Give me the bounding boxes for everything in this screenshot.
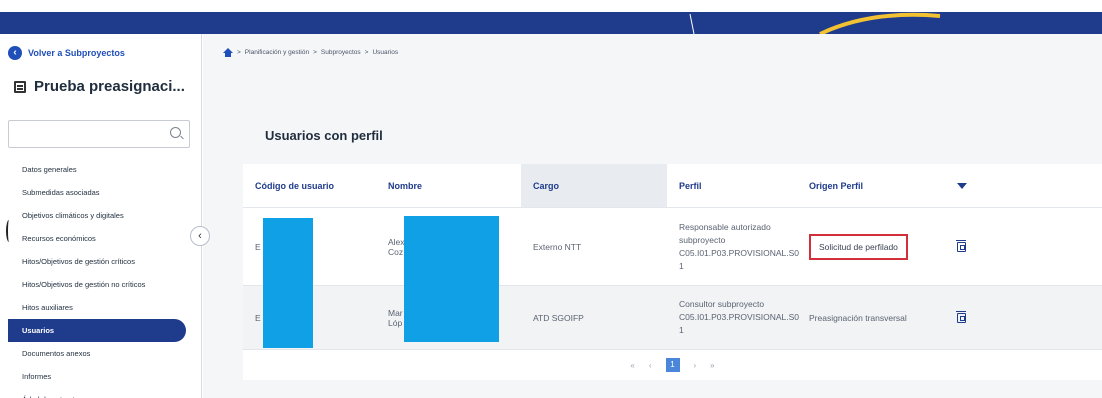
breadcrumb-sep: > <box>237 49 241 56</box>
search-icon[interactable] <box>170 127 181 138</box>
window-edge-mark <box>6 220 12 242</box>
first-page-button[interactable]: « <box>630 361 634 370</box>
perfil-line-1: Consultor subproyecto <box>679 299 765 309</box>
sidebar-item-objetivos-climaticos[interactable]: Objetivos climáticos y digitales <box>0 204 202 227</box>
project-icon <box>14 80 26 93</box>
table-row: E Mar Lóp ATD SGOIFP Consultor subproyec… <box>243 276 1102 350</box>
perfil-line-1: Responsable autorizado <box>679 221 771 232</box>
sidebar-item-arbol[interactable]: Árbol de estructura <box>0 388 202 398</box>
breadcrumb-sep: > <box>364 49 369 56</box>
redaction-block <box>404 216 499 286</box>
project-title-text: Prueba preasignaci... <box>34 78 185 95</box>
cell-cargo: ATD SGOIFP <box>533 312 584 323</box>
redaction-block <box>263 276 313 348</box>
cell-origen: Solicitud de perfilado <box>797 208 945 285</box>
back-to-subprojects-link[interactable]: ‹ Volver a Subproyectos <box>8 46 125 60</box>
collapse-sidebar-button[interactable]: ‹ <box>190 226 210 246</box>
sidebar-item-hitos-criticos[interactable]: Hitos/Objetivos de gestión críticos <box>0 250 202 273</box>
codigo-text: E <box>255 241 261 252</box>
cell-perfil: Responsable autorizado subproyecto C05.I… <box>667 208 800 285</box>
origen-highlight: Solicitud de perfilado <box>809 233 908 260</box>
sidebar-item-informes[interactable]: Informes <box>0 365 202 388</box>
nombre-line-1: Alex <box>388 236 405 247</box>
perfil-line-3: C05.I01.P03.PROVISIONAL.S0 <box>679 247 800 258</box>
delete-icon[interactable] <box>956 239 966 252</box>
sidebar-item-recursos[interactable]: Recursos económicos <box>0 227 202 250</box>
codigo-text: E <box>255 312 261 323</box>
breadcrumb-sep: > <box>313 49 317 56</box>
perfil-line-4: 1 <box>679 260 684 271</box>
header-filter <box>945 164 1102 207</box>
cell-cargo: Externo NTT <box>533 241 582 252</box>
breadcrumb-item-subproyectos[interactable]: Subproyectos <box>321 49 361 56</box>
sidebar-search-input[interactable] <box>8 120 190 148</box>
cell-origen: Preasignación transversal <box>809 312 907 323</box>
back-link-label: Volver a Subproyectos <box>28 48 125 58</box>
header-cargo[interactable]: Cargo <box>521 164 667 207</box>
pagination: « ‹ 1 › » <box>243 350 1102 380</box>
back-arrow-icon: ‹ <box>8 46 22 60</box>
table-header: Código de usuario Nombre Cargo Perfil Or… <box>243 164 1102 208</box>
cell-actions <box>945 208 1102 285</box>
last-page-button[interactable]: » <box>710 361 714 370</box>
sidebar-item-submedidas[interactable]: Submedidas asociadas <box>0 181 202 204</box>
prev-page-button[interactable]: ‹ <box>649 361 652 370</box>
next-page-button[interactable]: › <box>694 361 697 370</box>
nombre-line-2: Coz <box>388 246 404 257</box>
breadcrumb-item-planificacion[interactable]: Planificación y gestión <box>245 49 309 56</box>
perfil-line-3: 1 <box>679 325 684 335</box>
banner-decoration <box>0 12 1102 34</box>
sidebar-item-hitos-auxiliares[interactable]: Hitos auxiliares <box>0 296 202 319</box>
top-banner <box>0 0 1102 34</box>
delete-icon[interactable] <box>956 310 966 323</box>
perfil-line-2: subproyecto <box>679 234 726 245</box>
home-icon[interactable] <box>223 48 233 57</box>
cell-nombre: Alex Coz <box>376 208 521 286</box>
header-perfil[interactable]: Perfil <box>667 164 797 207</box>
nombre-line-2: Lóp <box>388 317 403 328</box>
redaction-block <box>404 278 499 342</box>
header-origen[interactable]: Origen Perfil <box>797 164 945 207</box>
perfil-line-2: C05.I01.P03.PROVISIONAL.S0 <box>679 312 800 322</box>
users-table: Código de usuario Nombre Cargo Perfil Or… <box>243 164 1102 380</box>
cell-nombre: Mar Lóp <box>376 278 521 349</box>
sidebar-menu: Datos generales Submedidas asociadas Obj… <box>0 158 202 398</box>
cell-codigo: E <box>243 276 376 349</box>
cell-codigo: E <box>243 208 376 288</box>
breadcrumb: > Planificación y gestión > Subproyectos… <box>223 48 398 57</box>
page-title: Usuarios con perfil <box>265 128 383 143</box>
header-nombre[interactable]: Nombre <box>376 164 521 207</box>
sidebar-item-usuarios[interactable]: Usuarios <box>8 319 186 342</box>
sidebar-item-documentos[interactable]: Documentos anexos <box>0 342 202 365</box>
cell-perfil: Consultor subproyecto C05.I01.P03.PROVIS… <box>667 286 800 349</box>
cell-actions <box>945 286 1102 349</box>
table-row: E Alex Coz Externo NTT Responsable autor… <box>243 208 1102 288</box>
project-title: Prueba preasignaci... <box>14 78 185 95</box>
current-page-button[interactable]: 1 <box>665 358 680 372</box>
sidebar: ‹ Volver a Subproyectos Prueba preasigna… <box>0 34 202 398</box>
header-codigo[interactable]: Código de usuario <box>243 164 376 207</box>
main-content: > Planificación y gestión > Subproyectos… <box>203 34 1102 398</box>
nombre-line-1: Mar <box>388 307 403 318</box>
filter-icon[interactable] <box>957 182 967 189</box>
sidebar-item-datos-generales[interactable]: Datos generales <box>0 158 202 181</box>
breadcrumb-item-usuarios: Usuarios <box>372 49 399 56</box>
sidebar-item-hitos-no-criticos[interactable]: Hitos/Objetivos de gestión no críticos <box>0 273 202 296</box>
